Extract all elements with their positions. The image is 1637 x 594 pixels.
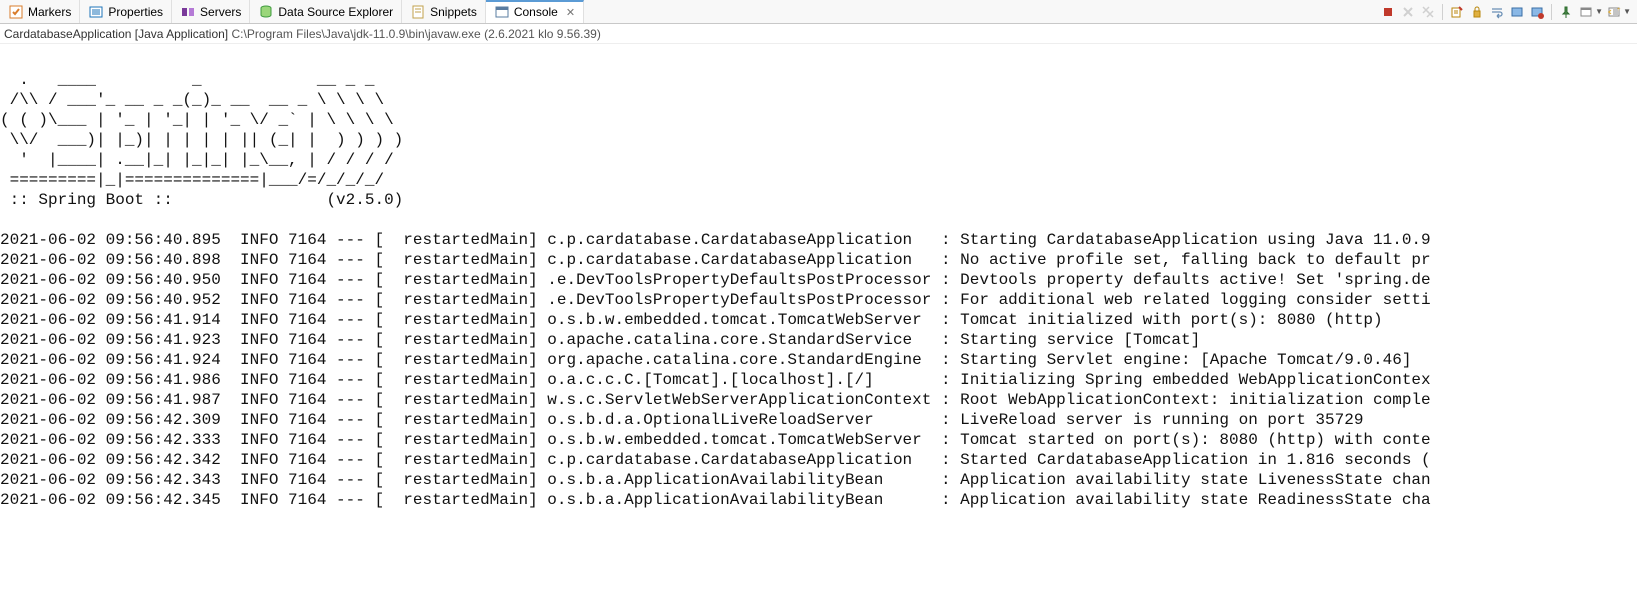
- view-tabs: Markers Properties Servers Data Source E…: [0, 0, 1373, 23]
- scroll-lock-button[interactable]: [1468, 3, 1486, 21]
- tab-data-source-explorer[interactable]: Data Source Explorer: [250, 0, 402, 23]
- show-console-on-stderr-button[interactable]: [1528, 3, 1546, 21]
- console-output[interactable]: . ____ _ __ _ _ /\\ / ___'_ __ _ _(_)_ _…: [0, 44, 1637, 510]
- show-console-on-stdout-button[interactable]: [1508, 3, 1526, 21]
- console-toolbar: ▼ + ▼: [1373, 3, 1637, 21]
- markers-icon: [8, 4, 24, 20]
- toolbar-separator: [1551, 4, 1552, 20]
- tab-label: Properties: [108, 5, 163, 19]
- console-subheader: CardatabaseApplication [Java Application…: [0, 24, 1637, 44]
- dropdown-caret-icon[interactable]: ▼: [1595, 7, 1603, 16]
- tab-label: Snippets: [430, 5, 477, 19]
- tab-label: Markers: [28, 5, 71, 19]
- console-icon: [494, 4, 510, 20]
- launch-path: C:\Program Files\Java\jdk-11.0.9\bin\jav…: [232, 27, 481, 41]
- dropdown-caret-icon[interactable]: ▼: [1623, 7, 1631, 16]
- toolbar-separator: [1442, 4, 1443, 20]
- remove-launch-button: [1399, 3, 1417, 21]
- tab-console[interactable]: Console ✕: [486, 0, 584, 23]
- pin-console-button[interactable]: [1557, 3, 1575, 21]
- properties-icon: [88, 4, 104, 20]
- tab-snippets[interactable]: Snippets: [402, 0, 486, 23]
- tab-label: Data Source Explorer: [278, 5, 393, 19]
- servers-icon: [180, 4, 196, 20]
- database-icon: [258, 4, 274, 20]
- launch-name: CardatabaseApplication [Java Application…: [4, 27, 228, 41]
- tab-properties[interactable]: Properties: [80, 0, 172, 23]
- display-selected-console-button[interactable]: [1577, 3, 1595, 21]
- clear-console-button[interactable]: [1448, 3, 1466, 21]
- svg-text:+: +: [1617, 7, 1621, 13]
- close-icon[interactable]: ✕: [562, 6, 575, 19]
- remove-all-terminated-button: [1419, 3, 1437, 21]
- word-wrap-button[interactable]: [1488, 3, 1506, 21]
- launch-time: (2.6.2021 klo 9.56.39): [484, 27, 601, 41]
- tab-label: Console: [514, 5, 558, 19]
- view-topbar: Markers Properties Servers Data Source E…: [0, 0, 1637, 24]
- snippets-icon: [410, 4, 426, 20]
- tab-markers[interactable]: Markers: [0, 0, 80, 23]
- terminate-button[interactable]: [1379, 3, 1397, 21]
- open-console-button[interactable]: +: [1605, 3, 1623, 21]
- tab-label: Servers: [200, 5, 241, 19]
- tab-servers[interactable]: Servers: [172, 0, 250, 23]
